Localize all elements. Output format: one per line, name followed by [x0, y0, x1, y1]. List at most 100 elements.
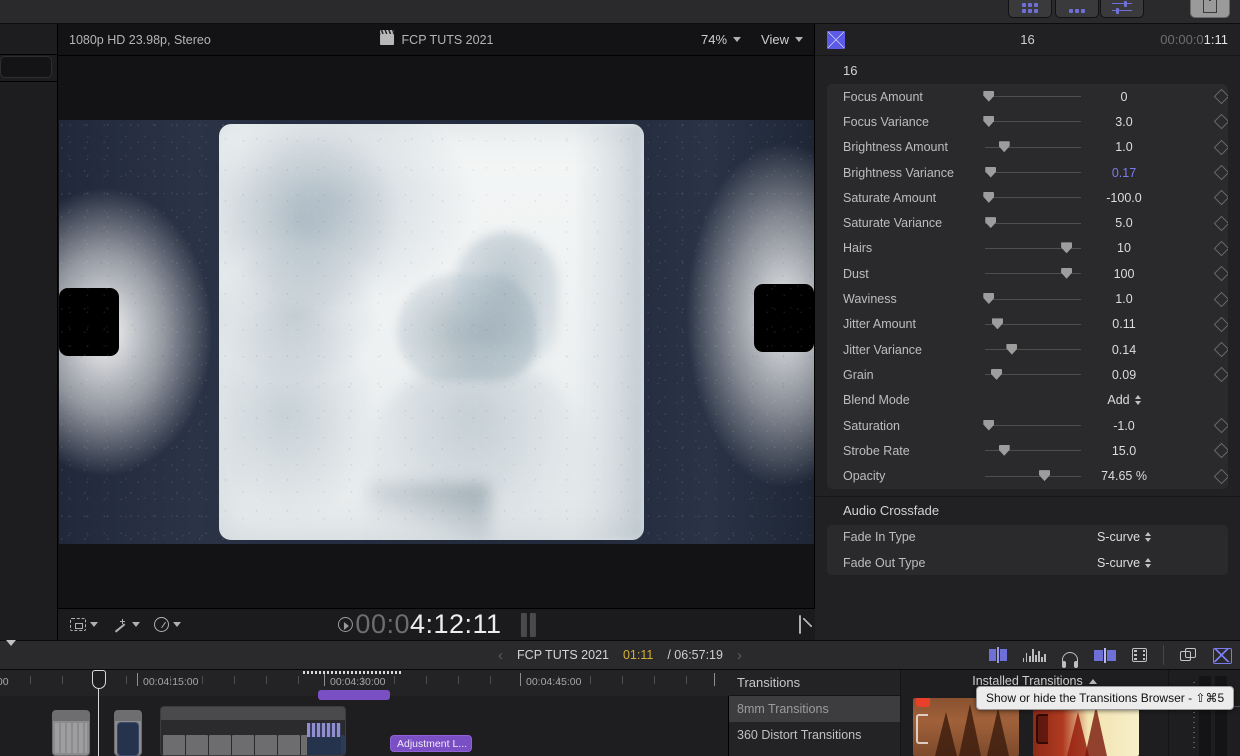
audio-meters[interactable]: 0 — [1168, 670, 1240, 756]
parameter-slider[interactable] — [985, 140, 1081, 154]
browser-grid-button[interactable] — [1008, 0, 1052, 18]
parameter-slider[interactable] — [985, 267, 1081, 281]
parameter-popup[interactable]: S-curve — [1075, 530, 1173, 544]
parameter-slider[interactable] — [985, 90, 1081, 104]
slider-knob[interactable] — [1039, 470, 1050, 481]
parameter-row[interactable]: Strobe Rate15.0 — [827, 438, 1228, 463]
keyframe-diamond-icon[interactable] — [1214, 114, 1228, 130]
parameter-slider[interactable] — [985, 241, 1081, 255]
audio-skimming-button[interactable] — [1023, 648, 1046, 662]
playhead-handle[interactable] — [92, 670, 106, 689]
parameter-value[interactable]: 1.0 — [1075, 292, 1173, 306]
keyframe-diamond-icon[interactable] — [1214, 165, 1228, 181]
slider-knob[interactable] — [999, 445, 1010, 456]
slider-knob[interactable] — [985, 167, 996, 178]
slider-knob[interactable] — [983, 116, 994, 127]
slider-knob[interactable] — [983, 420, 994, 431]
playhead[interactable] — [98, 672, 99, 756]
parameter-slider[interactable] — [985, 191, 1081, 205]
transition-inspector-icon[interactable] — [827, 31, 845, 49]
parameter-row[interactable]: Fade Out TypeS-curve — [827, 550, 1228, 575]
parameter-value[interactable]: 3.0 — [1075, 115, 1173, 129]
parameter-row[interactable]: Hairs10 — [827, 236, 1228, 261]
adjustment-layer-clip[interactable]: Adjustment L... — [390, 735, 472, 752]
keyframe-diamond-icon[interactable] — [1214, 89, 1228, 105]
next-project-button[interactable]: › — [737, 647, 742, 664]
slider-knob[interactable] — [1061, 268, 1072, 279]
search-input[interactable] — [0, 56, 52, 78]
parameter-row[interactable]: Focus Amount0 — [827, 84, 1228, 109]
parameter-slider[interactable] — [985, 469, 1081, 483]
parameter-row[interactable]: Jitter Amount0.11 — [827, 312, 1228, 337]
parameter-value[interactable]: 0 — [1075, 90, 1173, 104]
parameter-row[interactable]: Brightness Amount1.0 — [827, 135, 1228, 160]
solo-button[interactable] — [1062, 652, 1078, 662]
clip-skimming-button[interactable] — [989, 647, 1007, 663]
parameter-value[interactable]: 100 — [1075, 267, 1173, 281]
parameter-row[interactable]: Jitter Variance0.14 — [827, 337, 1228, 362]
slider-knob[interactable] — [1061, 242, 1072, 253]
parameter-row[interactable]: Fade In TypeS-curve — [827, 525, 1228, 550]
library-browser-button[interactable] — [1180, 648, 1197, 662]
viewer-timecode-display[interactable]: 00:04:12:11 — [337, 609, 535, 640]
keyframe-diamond-icon[interactable] — [1214, 443, 1228, 459]
retime-button[interactable] — [154, 617, 181, 632]
parameter-slider[interactable] — [985, 368, 1081, 382]
parameter-value[interactable]: 0.14 — [1075, 343, 1173, 357]
slider-knob[interactable] — [991, 369, 1002, 380]
parameter-row[interactable]: Saturation-1.0 — [827, 413, 1228, 438]
parameter-row[interactable]: Saturate Amount-100.0 — [827, 185, 1228, 210]
transitions-browser-button[interactable] — [1213, 648, 1230, 662]
parameter-value[interactable]: -1.0 — [1075, 419, 1173, 433]
slider-knob[interactable] — [985, 217, 996, 228]
clip-appearance-button[interactable] — [1132, 648, 1147, 662]
parameter-slider[interactable] — [985, 444, 1081, 458]
viewer-view-menu[interactable]: View — [761, 32, 803, 47]
slider-knob[interactable] — [999, 141, 1010, 152]
parameter-row[interactable]: Brightness Variance0.17 — [827, 160, 1228, 185]
parameter-slider[interactable] — [985, 115, 1081, 129]
parameter-value[interactable]: 15.0 — [1075, 444, 1173, 458]
keyframe-diamond-icon[interactable] — [1214, 266, 1228, 282]
keyframe-diamond-icon[interactable] — [1214, 291, 1228, 307]
settings-sliders-button[interactable] — [1100, 0, 1144, 18]
parameter-row[interactable]: Dust100 — [827, 261, 1228, 286]
keyframe-diamond-icon[interactable] — [1214, 139, 1228, 155]
share-export-button[interactable] — [1190, 0, 1230, 18]
browser-list-button[interactable] — [1055, 0, 1099, 18]
keyframe-diamond-icon[interactable] — [1214, 190, 1228, 206]
keyframe-diamond-icon[interactable] — [1214, 418, 1228, 434]
parameter-row[interactable]: Blend ModeAdd — [827, 388, 1228, 413]
parameter-value[interactable]: 10 — [1075, 241, 1173, 255]
parameter-slider[interactable] — [985, 343, 1081, 357]
effects-wand-button[interactable] — [112, 618, 140, 632]
slider-knob[interactable] — [983, 293, 994, 304]
audio-clip-1[interactable] — [52, 710, 90, 756]
sidebar-item-360-distort-transitions[interactable]: 360 Distort Transitions — [729, 722, 900, 748]
parameter-slider[interactable] — [985, 292, 1081, 306]
parameter-popup[interactable]: S-curve — [1075, 556, 1173, 570]
main-storyline[interactable] — [160, 706, 346, 756]
parameter-slider[interactable] — [985, 216, 1081, 230]
keyframe-diamond-icon[interactable] — [1214, 241, 1228, 257]
parameter-value[interactable]: 5.0 — [1075, 216, 1173, 230]
crop-tool-button[interactable] — [70, 618, 98, 631]
parameter-slider[interactable] — [985, 317, 1081, 331]
keyframe-diamond-icon[interactable] — [1214, 468, 1228, 484]
keyframe-diamond-icon[interactable] — [1214, 367, 1228, 383]
slider-knob[interactable] — [983, 192, 994, 203]
parameter-row[interactable]: Saturate Variance5.0 — [827, 210, 1228, 235]
viewer-canvas[interactable] — [58, 56, 815, 608]
parameter-slider[interactable] — [985, 419, 1081, 433]
parameter-slider[interactable] — [985, 166, 1081, 180]
purple-clip-segment[interactable] — [318, 690, 390, 700]
snapping-button[interactable] — [1094, 648, 1116, 663]
parameter-value[interactable]: 0.09 — [1075, 368, 1173, 382]
parameter-value[interactable]: 1.0 — [1075, 140, 1173, 154]
parameter-row[interactable]: Opacity74.65 % — [827, 463, 1228, 488]
keyframe-diamond-icon[interactable] — [1214, 215, 1228, 231]
viewer-zoom-menu[interactable]: 74% — [701, 32, 741, 47]
parameter-value[interactable]: 74.65 % — [1075, 469, 1173, 483]
parameter-value[interactable]: 0.11 — [1075, 317, 1173, 331]
timeline-panel[interactable]: :00 00:04:15:00 00:04:30:00 00:04:45:00 — [0, 670, 729, 756]
